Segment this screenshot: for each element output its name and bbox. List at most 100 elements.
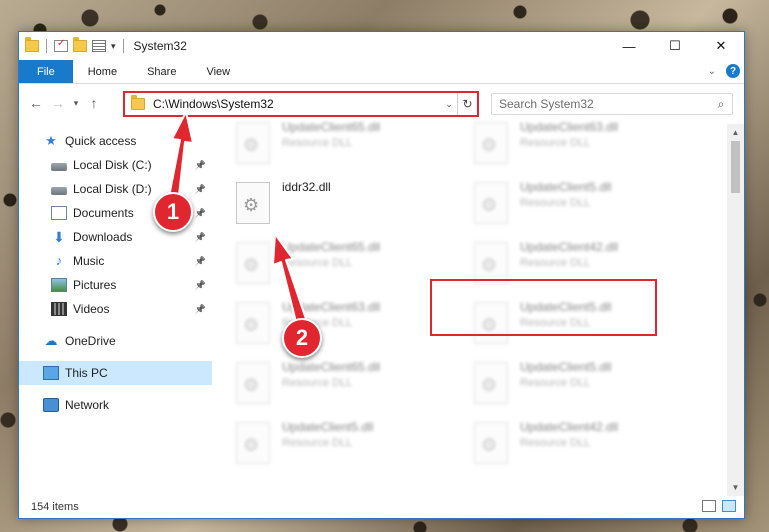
up-arrow-icon[interactable]: ↑ (83, 95, 105, 111)
nav-label: Downloads (73, 230, 133, 244)
qat-dropdown-icon[interactable]: ▾ (111, 41, 116, 52)
dll-file-icon: ⚙ (236, 182, 270, 224)
quick-access-toolbar: ▾ (19, 37, 126, 53)
file-tile[interactable]: ⚙ UpdateClient42.dll Resource DLL (474, 416, 704, 474)
ribbon-right-controls: ⌄ ? (708, 64, 740, 78)
file-text: UpdateClient65.dll Resource DLL (282, 120, 380, 149)
view-toggles (702, 500, 736, 512)
window-title: System32 (133, 39, 187, 53)
file-tile[interactable]: ⚙ UpdateClient5.dll Resource DLL (474, 356, 704, 414)
file-tile[interactable]: ⚙ UpdateClient65.dll Resource DLL (236, 116, 466, 174)
back-arrow-icon[interactable]: ← (25, 95, 47, 111)
gear-icon: ⚙ (481, 375, 498, 395)
dll-file-icon: ⚙ (236, 242, 270, 284)
search-icon[interactable]: ⌕ (710, 97, 732, 112)
file-name: UpdateClient63.dll (282, 300, 381, 314)
nav-quick-access[interactable]: ★ Quick access (19, 129, 212, 153)
drive-icon (51, 186, 67, 195)
nav-label: Network (65, 398, 110, 412)
file-tile[interactable]: ⚙ UpdateClient65.dll Resource DLL (236, 356, 466, 414)
pin-icon[interactable]: 📌 (195, 280, 206, 291)
star-icon: ★ (45, 133, 57, 148)
file-tile-iddr32[interactable]: ⚙ iddr32.dll (236, 176, 466, 234)
file-name: UpdateClient42.dll (520, 420, 619, 434)
file-name: UpdateClient63.dll (520, 120, 619, 134)
pin-icon[interactable]: 📌 (195, 184, 206, 195)
pin-icon[interactable]: 📌 (195, 160, 206, 171)
nav-item-music[interactable]: ♪ Music 📌 (19, 249, 212, 273)
downloads-icon: ⬇ (53, 229, 65, 245)
gear-icon: ⚙ (481, 135, 498, 155)
forward-arrow-icon[interactable]: → (47, 95, 69, 111)
nav-network[interactable]: Network (19, 393, 212, 417)
recent-locations-icon[interactable]: ▾ (69, 98, 83, 109)
pin-icon[interactable]: 📌 (195, 256, 206, 267)
refresh-icon[interactable]: ↻ (457, 93, 477, 115)
nav-label: Music (73, 254, 105, 268)
file-tile[interactable]: ⚙ UpdateClient63.dll Resource DLL (474, 116, 704, 174)
file-tile[interactable]: ⚙ UpdateClient5.dll Resource DLL (236, 416, 466, 474)
tab-file[interactable]: File (19, 60, 73, 83)
network-icon (43, 398, 59, 412)
file-text: UpdateClient65.dll Resource DLL (282, 360, 380, 389)
nav-label: Videos (73, 302, 110, 316)
nav-item-local-disk-c[interactable]: Local Disk (C:) 📌 (19, 153, 212, 177)
nav-item-videos[interactable]: Videos 📌 (19, 297, 212, 321)
step-1-callout: 1 (153, 192, 193, 232)
tab-home[interactable]: Home (73, 60, 132, 83)
file-text: UpdateClient42.dll Resource DLL (520, 420, 618, 449)
nav-label: Local Disk (C:) (73, 158, 152, 172)
pin-icon[interactable]: 📌 (195, 232, 206, 243)
dll-file-icon: ⚙ (236, 362, 270, 404)
minimize-button[interactable]: — (606, 32, 652, 60)
nav-this-pc[interactable]: This PC (19, 361, 212, 385)
close-button[interactable]: ✕ (698, 32, 744, 60)
address-dropdown-icon[interactable]: ⌄ (441, 99, 457, 110)
vertical-scrollbar[interactable]: ▲ ▼ (727, 124, 744, 496)
nav-label: Pictures (73, 278, 117, 292)
new-folder-icon[interactable] (73, 37, 87, 52)
file-list-pane: ⚙ UpdateClient65.dll Resource DLL ⚙ iddr32.d… (212, 120, 744, 496)
gear-icon: ⚙ (243, 315, 260, 335)
item-count: 154 items (31, 501, 79, 513)
pin-icon[interactable]: 📌 (195, 304, 206, 315)
nav-onedrive[interactable]: ☁ OneDrive (19, 329, 212, 353)
divider (122, 39, 124, 53)
music-icon: ♪ (55, 253, 63, 268)
step-2-callout: 2 (282, 318, 322, 358)
file-name: UpdateClient5.dll (520, 360, 612, 374)
folder-icon (25, 37, 39, 52)
customize-toolbar-icon[interactable] (92, 40, 106, 52)
file-text: iddr32.dll (282, 180, 331, 197)
help-icon[interactable]: ? (726, 64, 740, 78)
file-text: UpdateClient5.dll Resource DLL (520, 180, 611, 209)
folder-icon (131, 95, 145, 110)
videos-icon (51, 302, 67, 316)
scroll-down-icon[interactable]: ▼ (727, 479, 744, 496)
tab-share[interactable]: Share (132, 60, 191, 83)
file-tile[interactable]: ⚙ UpdateClient5.dll Resource DLL (474, 176, 704, 234)
nav-label: This PC (65, 366, 108, 380)
maximize-button[interactable]: ☐ (652, 32, 698, 60)
search-input[interactable]: Search System32 ⌕ (491, 93, 733, 115)
file-text: UpdateClient5.dll Resource DLL (282, 420, 373, 449)
tiles-view-icon[interactable] (722, 500, 736, 512)
pin-icon[interactable]: 📌 (195, 208, 206, 219)
details-view-icon[interactable] (702, 500, 716, 512)
computer-icon (43, 366, 59, 380)
nav-item-pictures[interactable]: Pictures 📌 (19, 273, 212, 297)
scroll-up-icon[interactable]: ▲ (727, 124, 744, 141)
window-controls: — ☐ ✕ (606, 32, 744, 60)
title-bar: ▾ System32 — ☐ ✕ (19, 32, 744, 60)
file-type: Resource DLL (282, 257, 353, 269)
dll-file-icon: ⚙ (236, 302, 270, 344)
properties-icon[interactable] (54, 38, 68, 52)
address-bar[interactable]: C:\Windows\System32 ⌄ ↻ (123, 91, 479, 117)
address-path[interactable]: C:\Windows\System32 (153, 97, 441, 111)
dll-file-icon: ⚙ (474, 242, 508, 284)
file-text: UpdateClient5.dll Resource DLL (520, 360, 611, 389)
expand-ribbon-icon[interactable]: ⌄ (708, 66, 716, 77)
file-explorer-window: ▾ System32 — ☐ ✕ File Home Share View ⌄ … (18, 31, 745, 519)
scroll-thumb[interactable] (731, 141, 740, 193)
tab-view[interactable]: View (191, 60, 245, 83)
